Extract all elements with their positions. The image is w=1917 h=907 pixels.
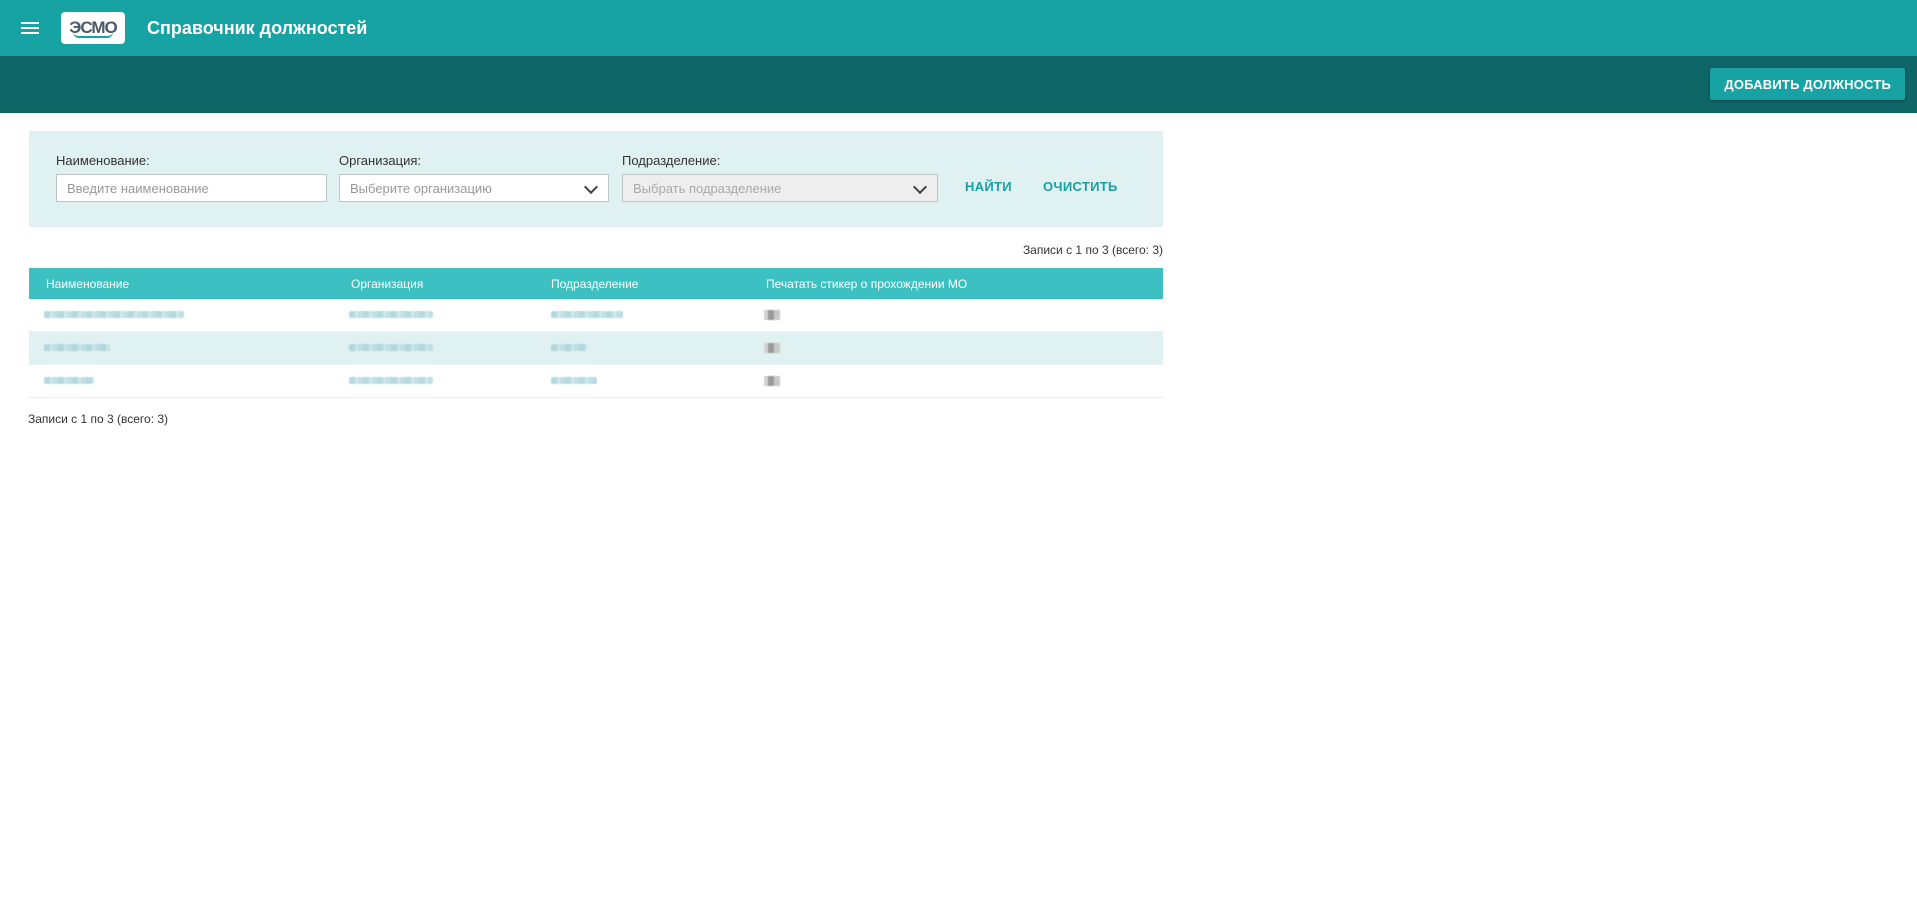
app-logo[interactable]: ЭСМО <box>61 12 125 44</box>
redacted-text <box>349 344 433 351</box>
chevron-down-icon <box>583 179 599 195</box>
filter-name-label: Наименование: <box>56 153 150 168</box>
top-app-bar: ЭСМО Справочник должностей <box>0 0 1917 56</box>
positions-table: Наименование Организация Подразделение П… <box>29 268 1163 398</box>
cell-print-sticker[interactable] <box>764 376 780 386</box>
cell-name <box>44 311 184 319</box>
redacted-text <box>44 344 110 351</box>
chevron-down-icon <box>912 179 928 195</box>
filter-organization-field: Организация: Выберите организацию <box>339 153 609 202</box>
page-title: Справочник должностей <box>147 17 368 38</box>
records-summary-top: Записи с 1 по 3 (всего: 3) <box>1022 243 1163 257</box>
redacted-text <box>551 344 587 351</box>
filter-name-placeholder: Введите наименование <box>67 180 209 196</box>
filter-panel: Наименование: Введите наименование Орган… <box>29 131 1163 227</box>
cell-name <box>44 377 94 385</box>
redacted-text <box>44 311 184 318</box>
filter-division-field: Подразделение: Выбрать подразделение <box>622 153 938 202</box>
redacted-text <box>551 311 623 318</box>
filter-division-select[interactable]: Выбрать подразделение <box>622 174 938 202</box>
column-header-name[interactable]: Наименование <box>46 277 129 291</box>
cell-division <box>551 344 587 352</box>
redacted-text <box>44 377 94 384</box>
table-row[interactable] <box>29 299 1163 332</box>
logo-swoosh-icon <box>73 32 113 38</box>
table-header: Наименование Организация Подразделение П… <box>29 268 1163 299</box>
redacted-text <box>349 311 433 318</box>
add-position-button[interactable]: ДОБАВИТЬ ДОЛЖНОСТЬ <box>1710 68 1905 100</box>
filter-organization-placeholder: Выберите организацию <box>350 180 492 196</box>
redacted-text <box>551 377 597 384</box>
filter-name-input[interactable]: Введите наименование <box>56 174 327 202</box>
cell-organization <box>349 377 433 385</box>
print-sticker-icon[interactable] <box>764 310 780 320</box>
table-row[interactable] <box>29 332 1163 365</box>
print-sticker-icon[interactable] <box>764 343 780 353</box>
filter-name-field: Наименование: Введите наименование <box>56 153 327 202</box>
filter-division-placeholder: Выбрать подразделение <box>633 180 782 196</box>
print-sticker-icon[interactable] <box>764 376 780 386</box>
filter-organization-label: Организация: <box>339 153 422 168</box>
column-header-division[interactable]: Подразделение <box>551 277 638 291</box>
cell-division <box>551 311 623 319</box>
cell-organization <box>349 311 433 319</box>
cell-organization <box>349 344 433 352</box>
clear-button[interactable]: ОЧИСТИТЬ <box>1043 179 1118 194</box>
column-header-print-sticker[interactable]: Печатать стикер о прохождении МО <box>766 277 967 291</box>
redacted-text <box>349 377 433 384</box>
filter-organization-select[interactable]: Выберите организацию <box>339 174 609 202</box>
find-button[interactable]: НАЙТИ <box>965 179 1012 194</box>
table-row[interactable] <box>29 365 1163 398</box>
cell-print-sticker[interactable] <box>764 343 780 353</box>
cell-print-sticker[interactable] <box>764 310 780 320</box>
hamburger-menu-icon[interactable] <box>16 14 44 42</box>
cell-name <box>44 344 110 352</box>
records-summary-bottom: Записи с 1 по 3 (всего: 3) <box>28 412 169 426</box>
filter-division-label: Подразделение: <box>622 153 721 168</box>
column-header-organization[interactable]: Организация <box>351 277 423 291</box>
cell-division <box>551 377 597 385</box>
action-bar: ДОБАВИТЬ ДОЛЖНОСТЬ <box>0 56 1917 113</box>
